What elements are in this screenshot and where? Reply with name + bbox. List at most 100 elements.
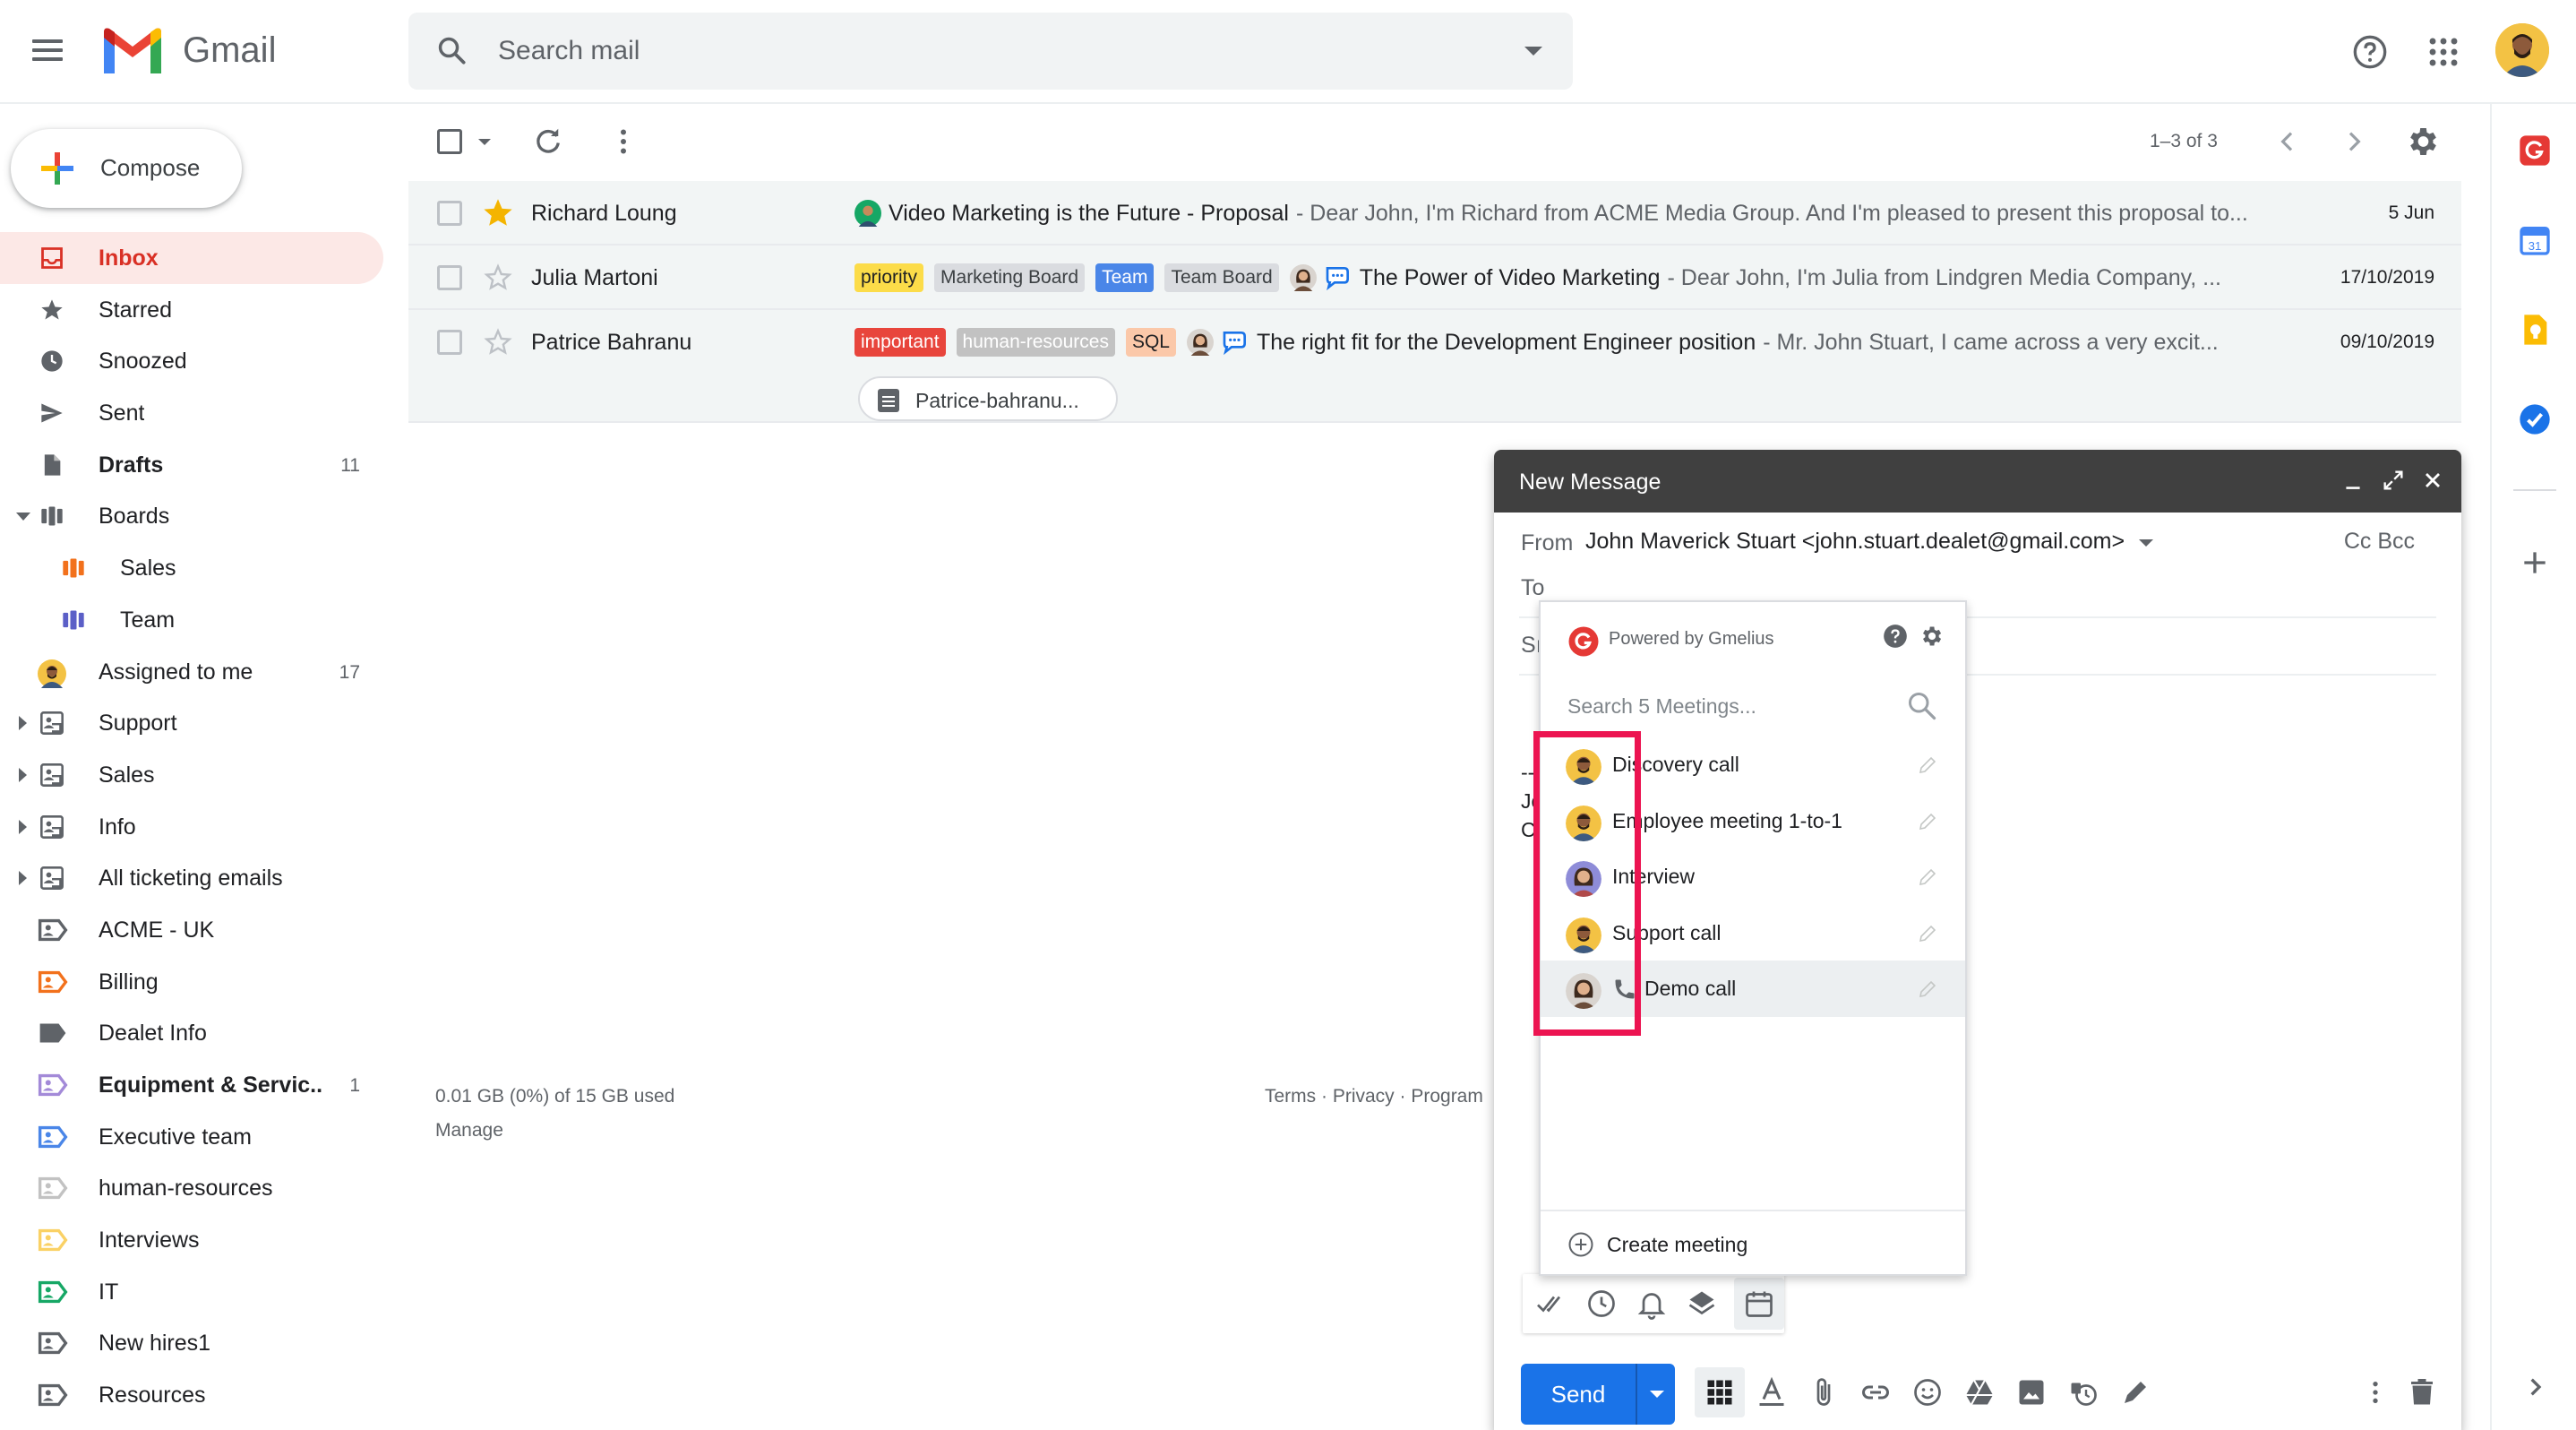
double-check-icon[interactable] [1535,1288,1567,1320]
select-options-caret-icon[interactable] [478,139,491,145]
fullscreen-icon[interactable] [2381,468,2406,493]
sidebar-item-executive-team[interactable]: Executive team [0,1111,383,1163]
search-icon[interactable] [435,34,469,68]
sidebar-item-snoozed[interactable]: Snoozed [0,335,383,387]
compose-header[interactable]: New Message [1494,450,2461,513]
gear-icon[interactable] [2404,124,2440,159]
notes-chat-icon[interactable] [1221,329,1249,356]
caret-right-icon[interactable] [19,819,27,834]
send-options-caret-icon[interactable] [1650,1391,1664,1398]
emoji-icon[interactable] [1911,1376,1944,1408]
sidebar-item-starred[interactable]: Starred [0,284,383,336]
sidebar-item-equipment-servic[interactable]: Equipment & Servic... 1 [0,1059,383,1111]
gear-icon[interactable] [1919,624,1944,649]
chevron-right-icon[interactable] [2517,1369,2553,1405]
sidebar-item-sent[interactable]: Sent [0,387,383,439]
trash-icon[interactable] [2406,1376,2438,1408]
tasks-icon[interactable] [2517,401,2553,437]
add-addon-icon[interactable] [2517,545,2553,581]
chevron-left-icon[interactable] [2273,127,2302,156]
link-icon[interactable] [1859,1376,1892,1408]
caret-down-icon[interactable] [16,513,30,521]
create-meeting-button[interactable]: Create meeting [1567,1231,1747,1258]
sidebar-item-new-hires1[interactable]: New hires1 [0,1317,383,1369]
email-row[interactable]: Richard Loung Video Marketing is the Fut… [408,181,2461,246]
confidential-mode-icon[interactable] [2067,1376,2099,1408]
sidebar-item-dealet-info[interactable]: Dealet Info [0,1007,383,1059]
gmail-logo-icon[interactable] [100,27,165,77]
minimize-icon[interactable] [2341,469,2365,493]
sidebar-item-resources[interactable]: Resources [0,1369,383,1421]
calendar-icon[interactable]: 31 [2517,222,2553,258]
star-icon[interactable] [484,328,512,357]
email-row[interactable]: Julia Martoni priority Marketing Board Tea… [408,246,2461,310]
label-chip[interactable]: human-resources [956,328,1115,357]
caret-right-icon[interactable] [19,767,27,782]
google-apps-icon[interactable] [2427,36,2460,68]
star-icon[interactable] [484,199,512,228]
select-all-checkbox[interactable] [437,129,462,154]
caret-right-icon[interactable] [19,716,27,731]
more-options-icon[interactable] [2361,1376,2390,1408]
sidebar-item-inbox[interactable]: Inbox [0,232,383,284]
main-menu-icon[interactable] [32,34,75,70]
help-icon[interactable] [1883,624,1908,649]
from-select[interactable]: John Maverick Stuart <john.stuart.dealet… [1585,529,2125,555]
sidebar-item-info[interactable]: Info [0,801,383,853]
sidebar-item-sales[interactable]: Sales [0,542,383,594]
label-chip[interactable]: SQL [1125,328,1176,357]
notes-chat-icon[interactable] [1324,264,1352,291]
row-checkbox[interactable] [437,330,462,355]
help-icon[interactable] [2352,34,2388,70]
attachment-chip[interactable]: Patrice-bahranu... [858,376,1118,421]
edit-icon[interactable] [1917,754,1938,776]
caret-right-icon[interactable] [19,871,27,886]
sidebar-item-all-ticketing-emails[interactable]: All ticketing emails [0,852,383,904]
gmelius-icon[interactable] [2517,133,2553,168]
row-checkbox[interactable] [437,201,462,226]
search-icon[interactable] [1906,690,1938,722]
email-row[interactable]: Patrice Bahranu important human-resources… [408,310,2461,423]
gmelius-grid-button[interactable] [1695,1367,1745,1417]
bell-icon[interactable] [1636,1288,1668,1320]
refresh-icon[interactable] [532,125,564,158]
chevron-right-icon[interactable] [2340,127,2368,156]
sidebar-item-billing[interactable]: Billing [0,956,383,1008]
star-icon[interactable] [484,263,512,292]
layers-icon[interactable] [1686,1288,1718,1320]
edit-icon[interactable] [1917,866,1938,888]
chevron-down-icon[interactable] [2139,539,2153,547]
footer-links[interactable]: Terms · Privacy · Program [1265,1086,1483,1107]
label-chip[interactable]: Marketing Board [934,263,1086,292]
manage-storage-link[interactable]: Manage [435,1120,503,1141]
text-format-icon[interactable] [1756,1376,1788,1408]
search-options-caret-icon[interactable] [1524,47,1542,56]
cc-bcc-link[interactable]: Cc Bcc [2344,529,2415,555]
send-button[interactable]: Send [1521,1364,1675,1425]
account-avatar[interactable] [2495,23,2549,77]
sidebar-item-team[interactable]: Team [0,594,383,646]
label-chip[interactable]: Team [1095,263,1155,292]
meeting-calendar-button[interactable] [1734,1278,1784,1330]
clock-icon[interactable] [1585,1288,1618,1320]
sidebar-item-interviews[interactable]: Interviews [0,1214,383,1266]
keep-icon[interactable] [2517,312,2553,348]
sidebar-item-sales[interactable]: Sales [0,749,383,801]
edit-icon[interactable] [1917,923,1938,944]
edit-icon[interactable] [1917,978,1938,1000]
meetings-search-input[interactable] [1567,688,1890,724]
drive-icon[interactable] [1963,1376,1996,1408]
label-chip[interactable]: Team Board [1164,263,1279,292]
sidebar-item-drafts[interactable]: Drafts 11 [0,439,383,491]
to-field[interactable]: To [1521,575,1544,601]
search-input[interactable] [498,13,1447,90]
close-icon[interactable] [2420,468,2445,493]
compose-button[interactable]: Compose [11,129,242,208]
attach-icon[interactable] [1807,1376,1840,1408]
photo-icon[interactable] [2015,1376,2048,1408]
sidebar-item-assigned-to-me[interactable]: Assigned to me 17 [0,646,383,698]
row-checkbox[interactable] [437,265,462,290]
sidebar-item-support[interactable]: Support [0,697,383,749]
label-chip[interactable]: priority [854,263,924,292]
sidebar-item-acme-uk[interactable]: ACME - UK [0,904,383,956]
